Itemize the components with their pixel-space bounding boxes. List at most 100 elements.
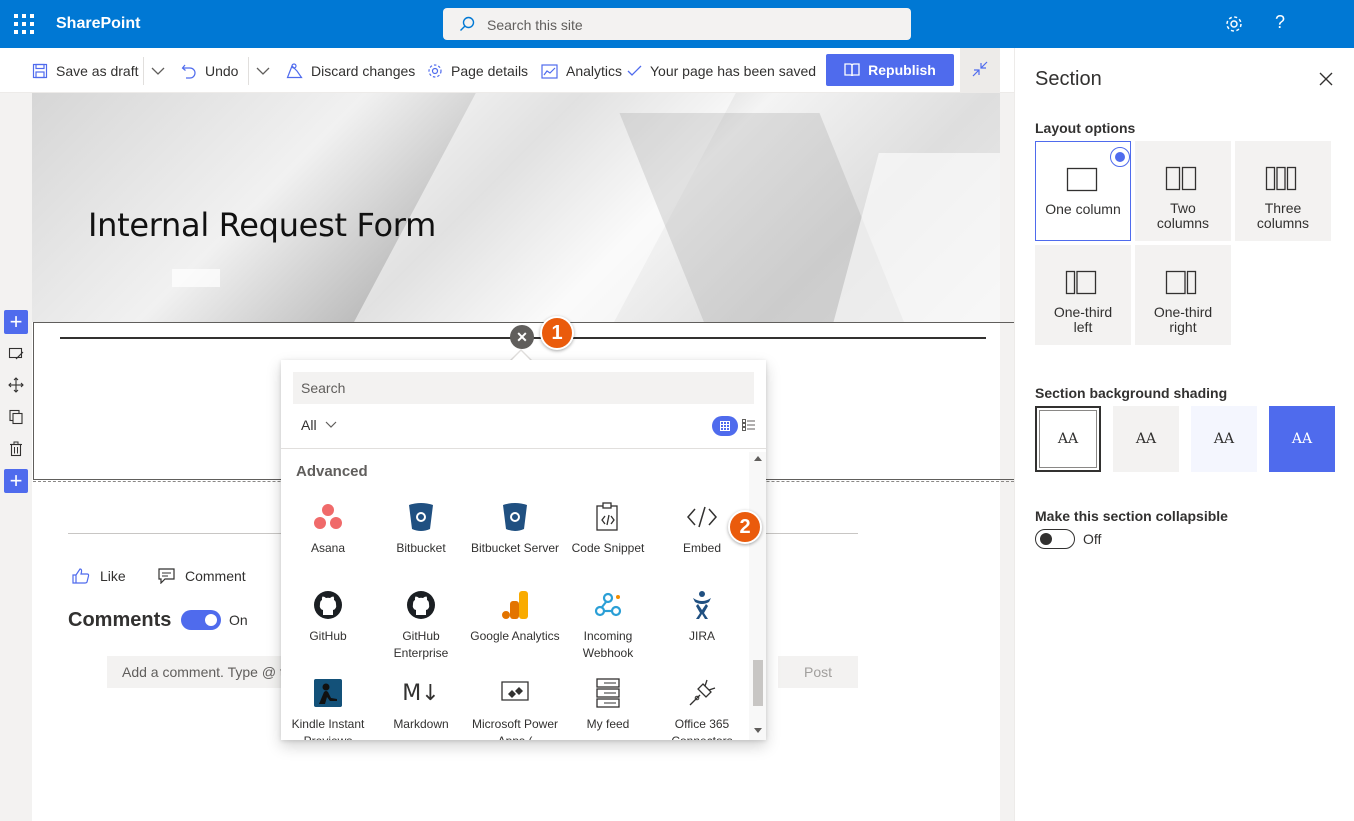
search-icon [460, 16, 475, 31]
selected-radio-icon [1110, 147, 1130, 167]
scrollbar-thumb[interactable] [753, 660, 763, 706]
shading-sample-text: AA [1291, 431, 1313, 447]
web-part-label: My feed [586, 717, 630, 731]
layout-one-third-right[interactable]: One-third right [1135, 245, 1231, 345]
web-part-office-365-connectors[interactable]: Office 365 Connectors [655, 676, 749, 740]
web-part-label: Microsoft Power Apps ( [471, 717, 559, 740]
close-icon[interactable] [1319, 72, 1333, 86]
comment-button[interactable]: Comment [158, 568, 246, 584]
section-properties-pane: Section Layout options One column Two co… [1014, 48, 1354, 821]
web-part-markdown[interactable]: M↓ Markdown [374, 676, 468, 733]
collapsible-toggle-label: Off [1083, 531, 1102, 547]
add-section-above-button[interactable]: + [4, 310, 28, 334]
title-region[interactable]: Internal Request Form [32, 93, 1000, 322]
layout-label: Two columns [1156, 200, 1210, 231]
undo-icon [181, 64, 196, 79]
layout-one-third-left[interactable]: One-third left [1035, 245, 1131, 345]
add-section-below-button[interactable]: + [4, 469, 28, 493]
delete-section-icon[interactable] [4, 437, 28, 461]
web-part-kindle[interactable]: Kindle Instant Previews [281, 676, 375, 740]
web-part-label: Embed [682, 541, 722, 555]
app-name[interactable]: SharePoint [56, 15, 140, 33]
bitbucket-server-icon [498, 500, 532, 534]
settings-gear-icon[interactable] [1224, 14, 1244, 34]
web-part-jira[interactable]: JIRA [655, 588, 749, 645]
hero-background [172, 269, 220, 287]
analytics-button[interactable]: Analytics [541, 60, 622, 82]
scroll-up-arrow-icon[interactable] [754, 456, 762, 461]
pane-title: Section [1035, 68, 1102, 90]
collapsible-label: Make this section collapsible [1035, 508, 1228, 524]
grid-view-toggle[interactable] [712, 416, 738, 436]
layout-three-columns[interactable]: Three columns [1235, 141, 1331, 241]
page-details-button[interactable]: Page details [427, 60, 528, 82]
analytics-icon [541, 63, 558, 79]
category-heading: Advanced [296, 463, 368, 480]
layout-two-columns[interactable]: Two columns [1135, 141, 1231, 241]
shading-sample-text: AA [1213, 431, 1235, 447]
list-view-icon[interactable] [742, 419, 755, 431]
web-part-github[interactable]: GitHub [281, 588, 375, 645]
comment-input[interactable]: Add a comment. Type @ t [107, 656, 287, 688]
layout-options-label: Layout options [1035, 120, 1136, 136]
asana-icon [311, 500, 345, 534]
comments-heading: Comments [68, 609, 172, 631]
edit-section-icon[interactable] [4, 342, 28, 366]
move-section-icon[interactable] [4, 373, 28, 397]
chevron-down-icon[interactable] [151, 67, 165, 76]
two-columns-icon [1165, 166, 1197, 191]
checkmark-icon [627, 65, 642, 76]
collapsible-toggle[interactable] [1035, 529, 1075, 549]
shading-soft-option[interactable]: AA [1191, 406, 1257, 472]
comments-toggle[interactable] [181, 610, 221, 630]
web-part-github-enterprise[interactable]: GitHub Enterprise [374, 588, 468, 662]
web-part-incoming-webhook[interactable]: Incoming Webhook [561, 588, 655, 662]
toolbox-search-input[interactable]: Search [293, 372, 754, 404]
republish-button[interactable]: Republish [826, 54, 954, 86]
web-part-google-analytics[interactable]: Google Analytics [468, 588, 562, 645]
callout-badge: 1 [540, 316, 574, 350]
web-part-code-snippet[interactable]: Code Snippet [561, 500, 655, 557]
undo-label: Undo [205, 63, 239, 79]
post-button[interactable]: Post [778, 656, 858, 688]
web-part-label: Google Analytics [470, 629, 560, 643]
help-icon[interactable]: ? [1275, 12, 1285, 33]
chevron-down-icon[interactable] [256, 67, 270, 76]
background-shading-label: Section background shading [1035, 385, 1228, 401]
suite-bar: SharePoint Search this site ? [0, 0, 1354, 48]
divider [248, 57, 249, 85]
save-as-draft-button[interactable]: Save as draft [32, 60, 139, 82]
one-column-icon [1066, 167, 1098, 192]
web-part-label: Kindle Instant Previews [291, 717, 365, 740]
page-title[interactable]: Internal Request Form [88, 206, 436, 244]
web-part-my-feed[interactable]: My feed [561, 676, 655, 733]
divider [281, 448, 766, 449]
search-placeholder: Search this site [487, 17, 583, 33]
page-details-label: Page details [451, 63, 529, 79]
github-icon [311, 588, 345, 622]
toolbox-caret [511, 351, 531, 361]
duplicate-section-icon[interactable] [4, 405, 28, 429]
discard-changes-button[interactable]: Discard changes [286, 60, 415, 82]
web-part-asana[interactable]: Asana [281, 500, 375, 557]
app-launcher-icon[interactable] [14, 14, 34, 34]
like-button[interactable]: Like [72, 568, 126, 584]
web-part-bitbucket[interactable]: Bitbucket [374, 500, 468, 557]
shading-neutral-option[interactable]: AA [1113, 406, 1179, 472]
comments-toggle-label: On [229, 612, 248, 628]
shading-strong-option[interactable]: AA [1269, 406, 1335, 472]
comment-label: Comment [185, 568, 246, 584]
undo-button[interactable]: Undo [181, 60, 238, 82]
category-filter-dropdown[interactable]: All [301, 417, 337, 433]
close-toolbox-button[interactable]: ✕ [510, 325, 534, 349]
three-columns-icon [1265, 166, 1297, 191]
site-search-box[interactable]: Search this site [443, 8, 911, 40]
collapse-panel-button[interactable] [960, 48, 1000, 93]
layout-one-column[interactable]: One column [1035, 141, 1131, 241]
scroll-down-arrow-icon[interactable] [754, 728, 762, 733]
web-part-bitbucket-server[interactable]: Bitbucket Server [468, 500, 562, 557]
divider [143, 57, 144, 85]
layout-label: Three columns [1256, 200, 1310, 231]
web-part-power-apps[interactable]: Microsoft Power Apps ( [468, 676, 562, 740]
shading-none-option[interactable]: AA [1035, 406, 1101, 472]
